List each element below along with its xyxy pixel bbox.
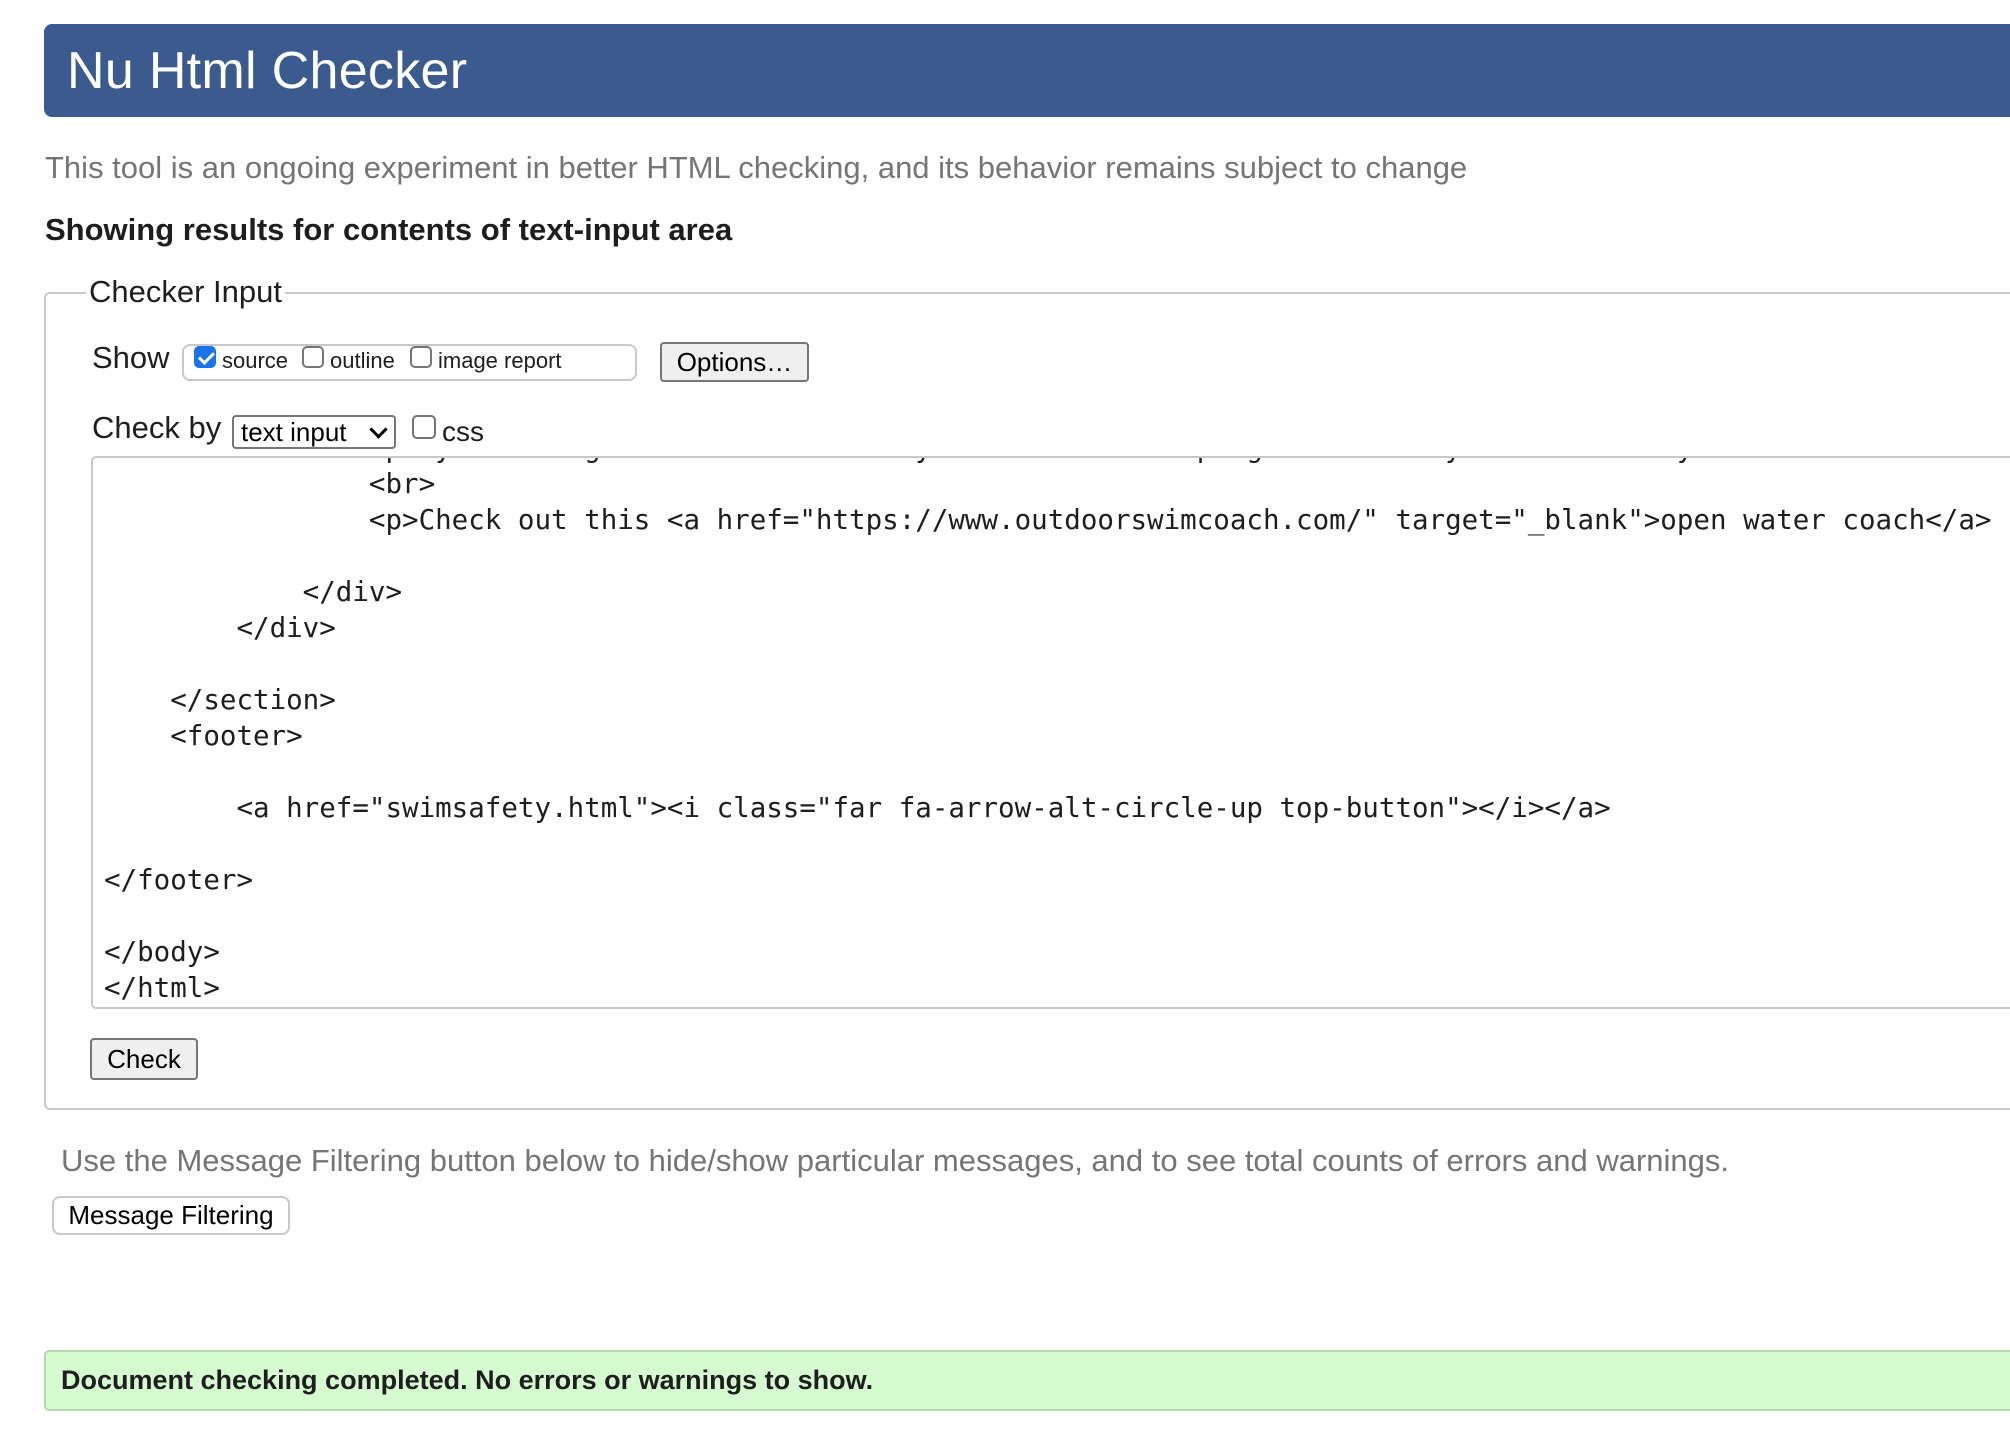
show-options-group: source outline image report (182, 344, 637, 381)
page-header: Nu Html Checker (44, 24, 2010, 117)
source-code-text: <p>by checking conditions before your sw… (104, 458, 2010, 1004)
show-outline-option[interactable]: outline (302, 346, 395, 374)
show-label: Show (92, 340, 170, 375)
checker-input-legend: Checker Input (86, 274, 285, 310)
source-checkbox[interactable] (194, 346, 216, 368)
source-textarea[interactable]: <p>by checking conditions before your sw… (91, 456, 2010, 1009)
outline-checkbox-label: outline (330, 348, 395, 373)
chevron-down-icon (369, 420, 388, 439)
css-checkbox[interactable] (412, 415, 436, 439)
css-checkbox-label: css (442, 416, 484, 447)
intro-text: This tool is an ongoing experiment in be… (45, 150, 1468, 185)
show-source-option[interactable]: source (194, 346, 289, 374)
results-heading: Showing results for contents of text-inp… (45, 212, 733, 247)
check-button[interactable]: Check (90, 1038, 198, 1080)
image-report-checkbox[interactable] (410, 346, 432, 368)
outline-checkbox[interactable] (302, 346, 324, 368)
message-filtering-button[interactable]: Message Filtering (52, 1196, 290, 1235)
check-by-select[interactable]: text input (232, 415, 396, 449)
check-by-selected-value: text input (241, 417, 347, 447)
image-report-checkbox-label: image report (438, 348, 562, 373)
page-title: Nu Html Checker (67, 41, 468, 100)
message-filtering-note: Use the Message Filtering button below t… (61, 1143, 1730, 1178)
source-checkbox-label: source (222, 348, 289, 373)
check-by-label: Check by (92, 410, 222, 445)
show-image-report-option[interactable]: image report (410, 346, 562, 374)
css-option[interactable]: css (412, 415, 484, 448)
checker-input-fieldset: Checker Input Show source outline image … (44, 274, 2010, 1110)
options-button[interactable]: Options… (660, 342, 809, 382)
success-message: Document checking completed. No errors o… (44, 1350, 2010, 1411)
